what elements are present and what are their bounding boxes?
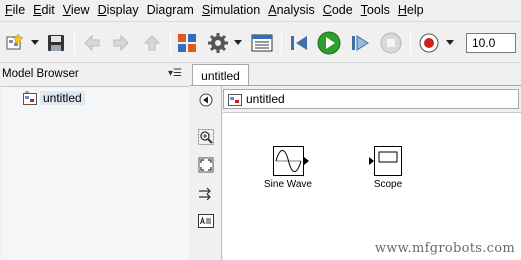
new-model-button[interactable] xyxy=(4,32,26,54)
record-icon xyxy=(419,33,439,53)
library-browser-icon xyxy=(178,34,196,52)
forward-arrow-icon xyxy=(113,34,129,52)
model-browser-tree: untitled xyxy=(1,86,189,260)
step-forward-button[interactable] xyxy=(349,32,371,54)
back-circle-icon xyxy=(199,93,213,107)
save-button[interactable] xyxy=(45,32,67,54)
tree-item-label: untitled xyxy=(40,91,85,105)
sine-wave-icon xyxy=(273,146,309,176)
settings-dropdown-arrow[interactable] xyxy=(234,40,242,45)
model-breadcrumb[interactable]: untitled xyxy=(223,89,519,109)
record-dropdown-arrow[interactable] xyxy=(446,40,454,45)
model-icon xyxy=(23,91,37,105)
model-explorer-icon xyxy=(251,34,273,52)
scope-label: Scope xyxy=(373,179,403,190)
arrows-right-icon xyxy=(199,187,211,201)
fit-to-view-button[interactable] xyxy=(198,157,214,173)
library-browser-button[interactable] xyxy=(176,32,198,54)
hide-browser-button[interactable] xyxy=(198,92,214,108)
menu-diagram[interactable]: Diagram xyxy=(146,0,201,20)
record-button[interactable] xyxy=(418,32,440,54)
fit-view-icon xyxy=(198,157,214,173)
annotation-button[interactable] xyxy=(198,213,214,229)
stop-time-input[interactable]: 10.0 xyxy=(466,33,516,53)
route-lines-button[interactable] xyxy=(198,186,214,202)
annotation-icon xyxy=(198,214,214,228)
save-icon xyxy=(48,35,64,51)
forward-button[interactable] xyxy=(110,32,132,54)
up-button[interactable] xyxy=(141,32,163,54)
tab-untitled[interactable]: untitled xyxy=(192,64,249,86)
toolbar-separator xyxy=(170,31,171,55)
zoom-icon xyxy=(198,129,214,145)
menu-edit[interactable]: Edit xyxy=(32,0,62,20)
new-model-dropdown-arrow[interactable] xyxy=(31,40,39,45)
sine-wave-label: Sine Wave xyxy=(264,179,312,190)
step-back-button[interactable] xyxy=(288,32,310,54)
menu-bar: File Edit View Display Diagram Simulatio… xyxy=(0,0,521,20)
new-model-icon xyxy=(6,33,24,50)
scope-block[interactable] xyxy=(369,146,403,176)
toolbar-separator xyxy=(281,31,282,55)
editor-palette xyxy=(190,86,222,260)
watermark-text: www.mfgrobots.com xyxy=(374,241,515,256)
model-browser-header: Model Browser ▾☰ xyxy=(0,64,190,84)
toolbar: 10.0 xyxy=(0,21,521,63)
run-button[interactable] xyxy=(317,31,341,55)
menu-code[interactable]: Code xyxy=(322,0,360,20)
sine-wave-block[interactable] xyxy=(273,146,311,176)
menu-tools[interactable]: Tools xyxy=(360,0,397,20)
model-settings-button[interactable] xyxy=(207,32,229,54)
menu-analysis[interactable]: Analysis xyxy=(267,0,322,20)
scope-icon xyxy=(369,146,402,176)
tree-item-untitled[interactable]: untitled xyxy=(23,91,85,105)
model-browser-menu-icon[interactable]: ▾☰ xyxy=(168,68,182,79)
up-arrow-icon xyxy=(143,35,161,51)
step-forward-icon xyxy=(352,35,369,51)
back-button[interactable] xyxy=(81,32,103,54)
gear-icon xyxy=(208,33,228,53)
model-browser-title: Model Browser xyxy=(2,68,79,80)
menu-file[interactable]: File xyxy=(4,0,32,20)
model-icon xyxy=(228,94,242,106)
tab-divider xyxy=(190,85,521,86)
stop-button[interactable] xyxy=(380,32,402,54)
model-explorer-button[interactable] xyxy=(251,32,273,54)
model-browser-panel: Model Browser ▾☰ untitled xyxy=(0,64,190,260)
menu-view[interactable]: View xyxy=(62,0,97,20)
menu-simulation[interactable]: Simulation xyxy=(201,0,267,20)
toolbar-separator xyxy=(410,31,411,55)
run-icon xyxy=(317,31,341,55)
editor-tabs: untitled xyxy=(190,64,521,86)
toolbar-separator xyxy=(74,31,75,55)
menu-help[interactable]: Help xyxy=(397,0,431,20)
zoom-button[interactable] xyxy=(198,129,214,145)
breadcrumb-label: untitled xyxy=(246,92,285,106)
step-back-icon xyxy=(291,36,307,50)
back-arrow-icon xyxy=(84,34,100,52)
model-canvas[interactable]: Sine Wave Scope www.mfgrobots.com xyxy=(223,112,521,260)
stop-icon xyxy=(380,32,402,54)
menu-display[interactable]: Display xyxy=(97,0,146,20)
